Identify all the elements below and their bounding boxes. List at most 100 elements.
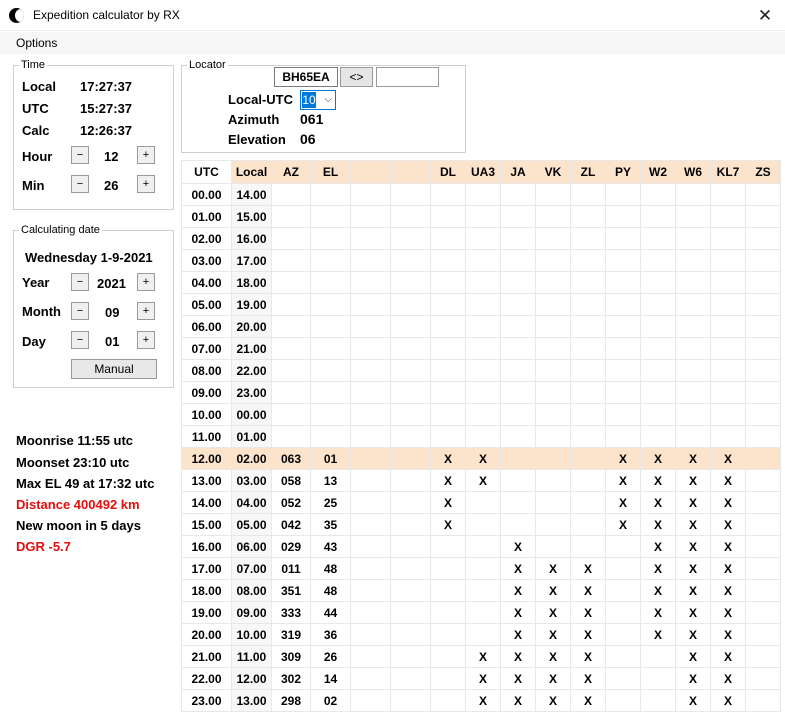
table-cell: 00.00 (231, 403, 272, 426)
manual-button[interactable]: Manual (71, 359, 157, 379)
table-row[interactable]: 14.00 04.00 052 25 X X X X X (181, 491, 781, 514)
table-cell: 02.00 (231, 447, 272, 470)
table-row[interactable]: 22.00 12.00 302 14 X X X X X X (181, 667, 781, 690)
second-locator-input[interactable] (376, 67, 439, 87)
min-increment-button[interactable]: + (137, 175, 155, 193)
table-cell (310, 271, 351, 294)
table-cell: X (535, 667, 571, 690)
locator-input[interactable]: BH65EA (274, 67, 338, 87)
table-row[interactable]: 16.00 06.00 029 43 X X X X (181, 535, 781, 558)
day-increment-button[interactable]: + (137, 331, 155, 349)
close-button[interactable]: ✕ (745, 0, 785, 31)
table-row[interactable]: 20.00 10.00 319 36 X X X X X X (181, 623, 781, 646)
table-row[interactable]: 00.00 14.00 (181, 183, 781, 206)
table-row[interactable]: 21.00 11.00 309 26 X X X X X X (181, 645, 781, 668)
table-cell: 19.00 (231, 293, 272, 316)
table-row[interactable]: 09.00 23.00 (181, 381, 781, 404)
table-row[interactable]: 17.00 07.00 011 48 X X X X X X (181, 557, 781, 580)
table-cell (390, 469, 431, 492)
table-cell (745, 623, 781, 646)
table-cell: 12.00 (181, 447, 232, 470)
table-cell (710, 337, 746, 360)
swap-locator-button[interactable]: <> (340, 67, 373, 87)
table-cell: 23.00 (181, 689, 232, 712)
table-cell: X (605, 469, 641, 492)
table-row[interactable]: 08.00 22.00 (181, 359, 781, 382)
hour-increment-button[interactable]: + (137, 146, 155, 164)
hour-decrement-button[interactable]: − (71, 146, 89, 164)
table-row[interactable]: 18.00 08.00 351 48 X X X X X X (181, 579, 781, 602)
day-decrement-button[interactable]: − (71, 331, 89, 349)
table-cell (350, 315, 391, 338)
table-cell: 26 (310, 645, 351, 668)
table-cell: X (500, 579, 536, 602)
table-row[interactable]: 02.00 16.00 (181, 227, 781, 250)
column-header: KL7 (710, 160, 746, 184)
table-cell (710, 359, 746, 382)
table-cell (605, 271, 641, 294)
table-cell: X (675, 469, 711, 492)
table-cell: X (675, 513, 711, 536)
local-utc-select[interactable]: 10 ⌵ (300, 90, 336, 110)
table-cell (710, 249, 746, 272)
column-header: EL (310, 160, 351, 184)
table-cell (271, 271, 311, 294)
min-decrement-button[interactable]: − (71, 175, 89, 193)
table-cell (390, 447, 431, 470)
table-cell (675, 249, 711, 272)
table-cell: 02 (310, 689, 351, 712)
table-cell (271, 205, 311, 228)
table-cell (745, 601, 781, 624)
table-row[interactable]: 11.00 01.00 (181, 425, 781, 448)
table-row[interactable]: 12.00 02.00 063 01 X X X X X X (181, 447, 781, 470)
table-cell (390, 689, 431, 712)
table-cell (500, 381, 536, 404)
table-row[interactable]: 10.00 00.00 (181, 403, 781, 426)
table-row[interactable]: 07.00 21.00 (181, 337, 781, 360)
table-row[interactable]: 06.00 20.00 (181, 315, 781, 338)
table-row[interactable]: 23.00 13.00 298 02 X X X X X X (181, 689, 781, 712)
month-decrement-button[interactable]: − (71, 302, 89, 320)
table-cell (500, 513, 536, 536)
table-cell (605, 557, 641, 580)
year-increment-button[interactable]: + (137, 273, 155, 291)
table-cell (430, 359, 466, 382)
year-decrement-button[interactable]: − (71, 273, 89, 291)
table-cell (535, 469, 571, 492)
table-cell: 07.00 (181, 337, 232, 360)
table-cell (605, 667, 641, 690)
hour-value: 12 (104, 149, 119, 164)
table-cell (350, 557, 391, 580)
table-cell (430, 667, 466, 690)
table-cell (350, 645, 391, 668)
table-cell: X (535, 557, 571, 580)
table-cell: 01 (310, 447, 351, 470)
table-cell (350, 535, 391, 558)
table-cell (570, 359, 606, 382)
table-cell: 03.00 (181, 249, 232, 272)
table-cell (465, 579, 501, 602)
table-cell: X (570, 645, 606, 668)
table-row[interactable]: 01.00 15.00 (181, 205, 781, 228)
table-cell: X (710, 689, 746, 712)
table-cell: X (465, 667, 501, 690)
table-row[interactable]: 04.00 18.00 (181, 271, 781, 294)
column-header: AZ (271, 160, 311, 184)
utc-time-label: UTC (22, 101, 49, 116)
table-cell (271, 381, 311, 404)
table-cell: X (640, 535, 676, 558)
month-increment-button[interactable]: + (137, 302, 155, 320)
table-cell (350, 249, 391, 272)
table-row[interactable]: 19.00 09.00 333 44 X X X X X X (181, 601, 781, 624)
menu-options[interactable]: Options (16, 36, 57, 50)
table-cell: X (535, 689, 571, 712)
table-row[interactable]: 13.00 03.00 058 13 X X X X X X (181, 469, 781, 492)
table-row[interactable]: 15.00 05.00 042 35 X X X X X (181, 513, 781, 536)
table-cell (390, 381, 431, 404)
table-row[interactable]: 05.00 19.00 (181, 293, 781, 316)
table-cell (570, 535, 606, 558)
table-row[interactable]: 03.00 17.00 (181, 249, 781, 272)
hour-label: Hour (22, 149, 53, 164)
table-cell (745, 205, 781, 228)
table-cell (535, 183, 571, 206)
